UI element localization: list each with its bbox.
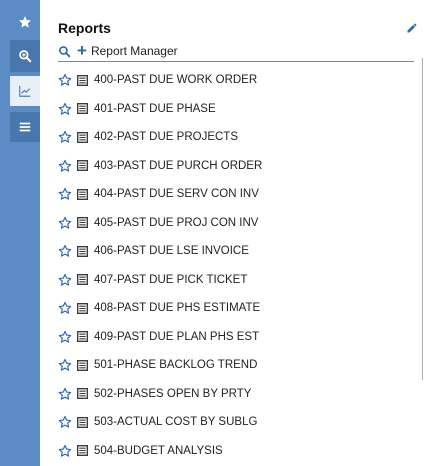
report-document-icon	[77, 445, 88, 457]
reports-tab-button[interactable]	[10, 76, 40, 106]
reports-panel: Reports + Report Manager 400-PAST DUE WO…	[58, 0, 424, 466]
report-name[interactable]: 403-PAST DUE PURCH ORDER	[94, 160, 262, 172]
report-name[interactable]: 406-PAST DUE LSE INVOICE	[94, 245, 249, 257]
report-row[interactable]: 503-ACTUAL COST BY SUBLG	[58, 408, 414, 437]
report-document-icon	[77, 245, 88, 257]
report-row[interactable]: 408-PAST DUE PHS ESTIMATE	[58, 294, 414, 323]
report-name[interactable]: 503-ACTUAL COST BY SUBLG	[94, 416, 257, 428]
report-row[interactable]: 501-PHASE BACKLOG TREND	[58, 351, 414, 380]
report-document-icon	[77, 160, 88, 172]
report-document-icon	[77, 103, 88, 115]
zoom-in-icon	[19, 50, 32, 63]
report-document-icon	[77, 388, 88, 400]
star-outline-icon[interactable]	[58, 187, 72, 201]
report-row[interactable]: 502-PHASES OPEN BY PRTY	[58, 380, 414, 409]
report-name[interactable]: 504-BUDGET ANALYSIS	[94, 445, 223, 457]
star-outline-icon[interactable]	[58, 444, 72, 458]
report-manager-link[interactable]: Report Manager	[91, 44, 178, 58]
add-report-button[interactable]: +	[77, 42, 87, 59]
menu-icon	[19, 122, 31, 132]
report-document-icon	[77, 217, 88, 229]
report-name[interactable]: 400-PAST DUE WORK ORDER	[94, 74, 257, 86]
report-row[interactable]: 404-PAST DUE SERV CON INV	[58, 180, 414, 209]
report-document-icon	[77, 131, 88, 143]
star-outline-icon[interactable]	[58, 73, 72, 87]
report-document-icon	[77, 331, 88, 343]
chart-line-icon	[19, 85, 31, 97]
star-outline-icon[interactable]	[58, 387, 72, 401]
report-row[interactable]: 401-PAST DUE PHASE	[58, 95, 414, 124]
star-outline-icon[interactable]	[58, 330, 72, 344]
report-name[interactable]: 409-PAST DUE PLAN PHS EST	[94, 331, 259, 343]
search-reports-button[interactable]	[10, 40, 40, 72]
report-row[interactable]: 403-PAST DUE PURCH ORDER	[58, 152, 414, 181]
report-document-icon	[77, 188, 88, 200]
panel-title: Reports	[58, 20, 111, 36]
star-outline-icon[interactable]	[58, 415, 72, 429]
report-name[interactable]: 404-PAST DUE SERV CON INV	[94, 188, 259, 200]
report-document-icon	[77, 74, 88, 86]
report-toolbar: + Report Manager	[58, 41, 414, 62]
report-name[interactable]: 401-PAST DUE PHASE	[94, 103, 216, 115]
report-row[interactable]: 405-PAST DUE PROJ CON INV	[58, 209, 414, 238]
left-sidebar	[0, 0, 40, 466]
report-document-icon	[77, 416, 88, 428]
report-row[interactable]: 407-PAST DUE PICK TICKET	[58, 266, 414, 295]
star-outline-icon[interactable]	[58, 273, 72, 287]
report-row[interactable]: 504-BUDGET ANALYSIS	[58, 437, 414, 466]
favorites-button[interactable]	[10, 10, 40, 34]
star-outline-icon[interactable]	[58, 358, 72, 372]
report-name[interactable]: 408-PAST DUE PHS ESTIMATE	[94, 302, 260, 314]
report-name[interactable]: 402-PAST DUE PROJECTS	[94, 131, 238, 143]
search-button[interactable]	[58, 45, 71, 58]
edit-button[interactable]	[406, 21, 418, 39]
star-icon	[19, 16, 31, 28]
star-outline-icon[interactable]	[58, 301, 72, 315]
menu-button[interactable]	[10, 112, 40, 142]
report-document-icon	[77, 302, 88, 314]
report-name[interactable]: 501-PHASE BACKLOG TREND	[94, 359, 257, 371]
scrollbar[interactable]	[422, 58, 423, 380]
report-row[interactable]: 406-PAST DUE LSE INVOICE	[58, 237, 414, 266]
star-outline-icon[interactable]	[58, 244, 72, 258]
star-outline-icon[interactable]	[58, 130, 72, 144]
report-row[interactable]: 400-PAST DUE WORK ORDER	[58, 66, 414, 95]
report-document-icon	[77, 274, 88, 286]
report-name[interactable]: 407-PAST DUE PICK TICKET	[94, 274, 247, 286]
star-outline-icon[interactable]	[58, 159, 72, 173]
report-name[interactable]: 502-PHASES OPEN BY PRTY	[94, 388, 251, 400]
report-row[interactable]: 409-PAST DUE PLAN PHS EST	[58, 323, 414, 352]
report-list: 400-PAST DUE WORK ORDER 401-PAST DUE PHAS…	[58, 66, 414, 465]
report-name[interactable]: 405-PAST DUE PROJ CON INV	[94, 217, 258, 229]
star-outline-icon[interactable]	[58, 216, 72, 230]
report-document-icon	[77, 359, 88, 371]
report-row[interactable]: 402-PAST DUE PROJECTS	[58, 123, 414, 152]
pencil-icon	[407, 23, 417, 33]
star-outline-icon[interactable]	[58, 102, 72, 116]
search-icon	[59, 45, 71, 57]
